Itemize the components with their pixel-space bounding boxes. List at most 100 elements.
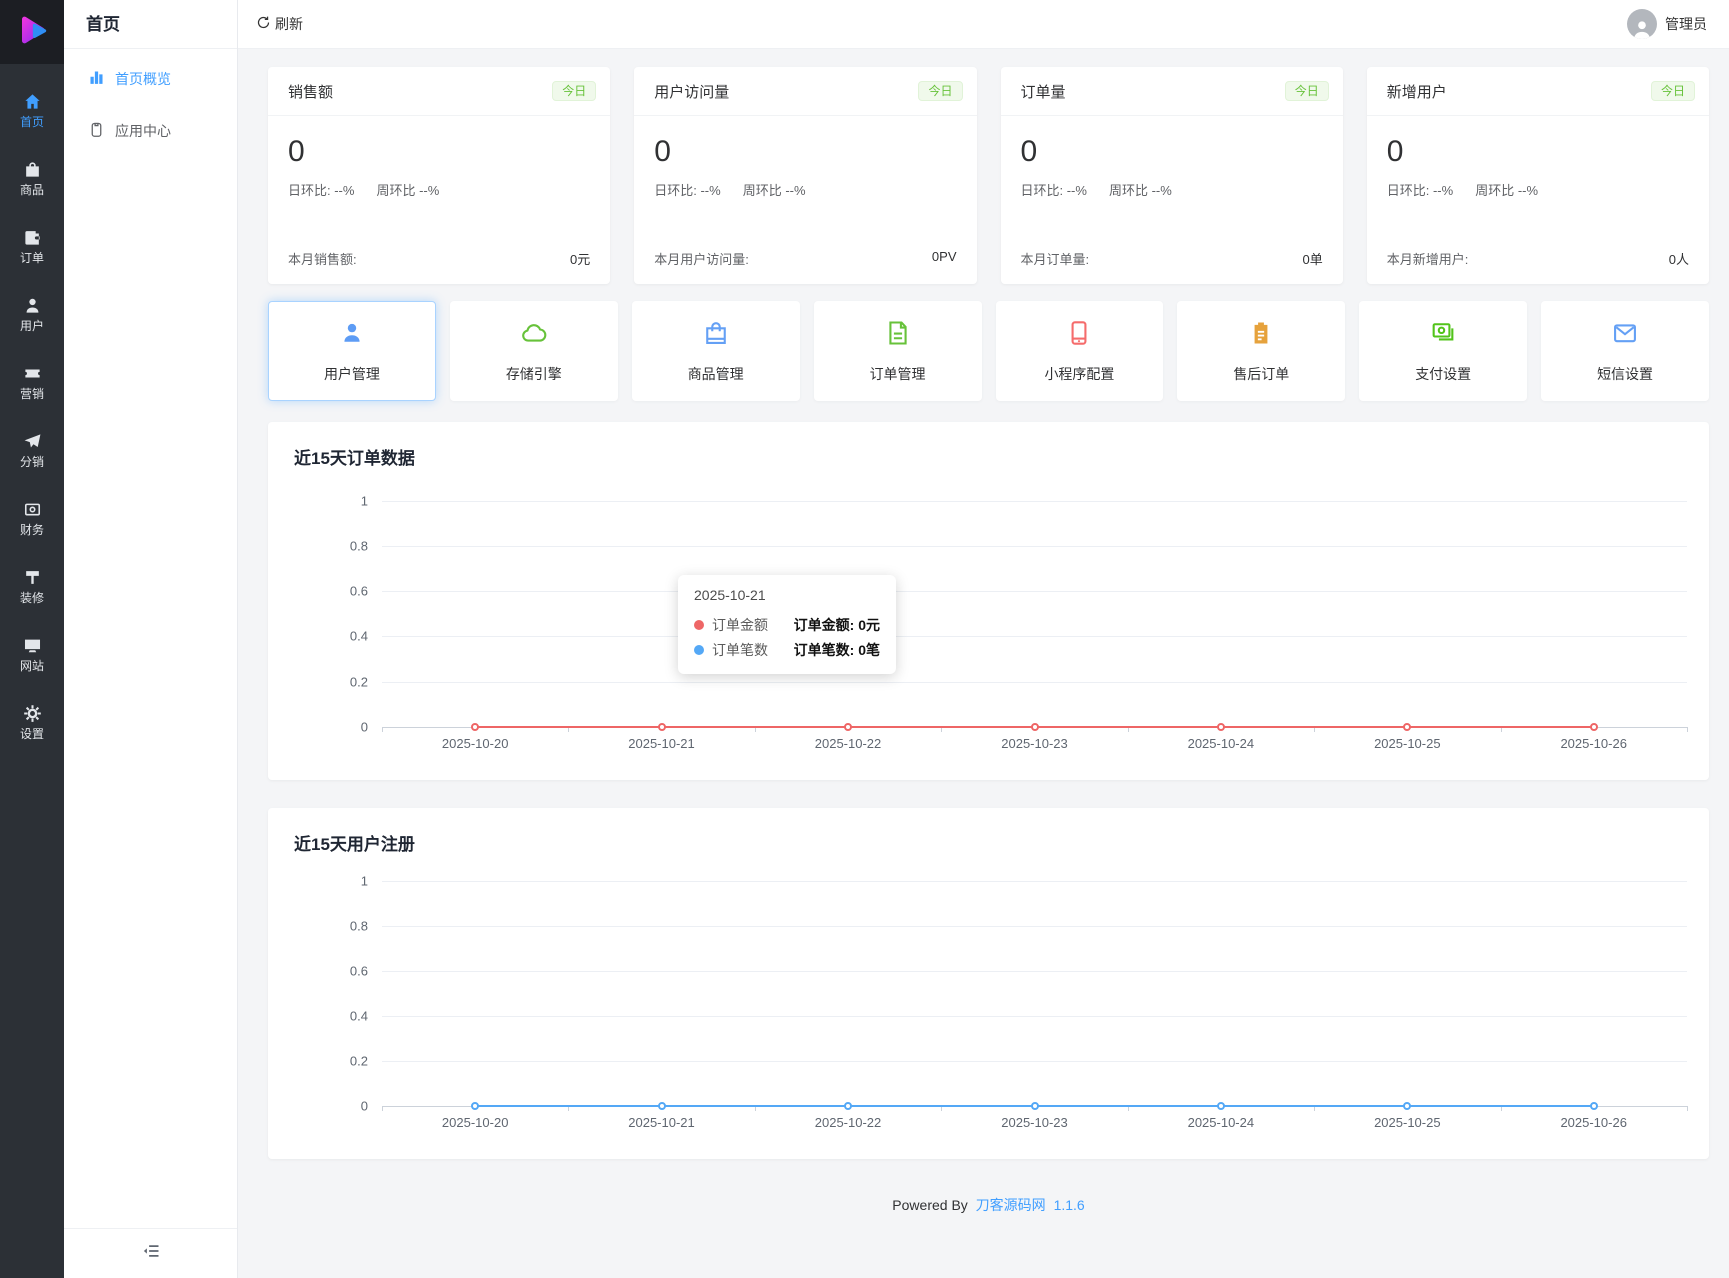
- data-point-marker[interactable]: [1030, 1102, 1039, 1110]
- y-axis: 1 0.8 0.6 0.4 0.2 0: [278, 874, 368, 1114]
- stat-card-body: 0 日环比: --% 周环比 --% 本月用户访问量: 0PV: [634, 116, 976, 284]
- shortcut-label: 短信设置: [1597, 365, 1654, 382]
- x-tick-label: 2025-10-22: [814, 736, 882, 751]
- shortcut-storage-engine[interactable]: 存储引擎: [449, 301, 618, 401]
- rail-item-label: 营销: [19, 386, 44, 401]
- stat-card-title: 销售额: [288, 83, 334, 101]
- gridline: [382, 636, 1687, 637]
- month-value: 0单: [1302, 252, 1323, 267]
- rail-item-decorate[interactable]: 装修: [0, 558, 64, 613]
- data-point-marker[interactable]: [471, 1102, 480, 1110]
- registrations-chart-plot[interactable]: 1 0.8 0.6 0.4 0.2 0 2025-10-20 2025-10-2…: [350, 874, 1688, 1130]
- shortcut-payment-settings[interactable]: 支付设置: [1359, 301, 1528, 401]
- orders-chart-card: 近15天订单数据 1 0.8 0.6 0.4 0.2 0 2025-10-20 …: [268, 422, 1709, 780]
- gridline: [382, 926, 1687, 927]
- stat-card-body: 0 日环比: --% 周环比 --% 本月新增用户: 0人: [1367, 116, 1709, 284]
- month-label: 本月订单量:: [1020, 252, 1090, 267]
- avatar: [1627, 9, 1657, 39]
- axis-tick: [382, 1106, 383, 1111]
- sidebar-collapse-button[interactable]: [64, 1228, 237, 1278]
- series-name: 订单金额: [712, 616, 768, 633]
- series-name: 订单笔数: [712, 641, 768, 658]
- submenu-item-appcenter[interactable]: 应用中心: [64, 111, 237, 151]
- month-value: 0人: [1668, 252, 1689, 267]
- shortcut-goods-management[interactable]: 商品管理: [631, 301, 800, 401]
- day-ratio: 日环比: --%: [1386, 183, 1454, 198]
- rail-item-finance[interactable]: 财务: [0, 490, 64, 545]
- rail-item-users[interactable]: 用户: [0, 286, 64, 341]
- rail-item-label: 网站: [19, 658, 44, 673]
- data-point-marker[interactable]: [657, 723, 666, 731]
- y-tick-label: 1: [360, 493, 368, 509]
- chart-title: 近15天用户注册: [294, 835, 415, 854]
- today-badge: 今日: [918, 81, 963, 101]
- data-point-marker[interactable]: [1589, 723, 1598, 731]
- submenu-item-label: 应用中心: [115, 123, 171, 139]
- submenu-title: 首页: [64, 0, 237, 49]
- shortcut-label: 订单管理: [869, 365, 926, 382]
- rail-item-home[interactable]: 首页: [0, 82, 64, 137]
- data-point-marker[interactable]: [1030, 723, 1039, 731]
- gridline: [382, 1016, 1687, 1017]
- rail-item-goods[interactable]: 商品: [0, 150, 64, 205]
- app-logo[interactable]: [0, 0, 64, 64]
- data-point-marker[interactable]: [1216, 723, 1225, 731]
- rail-item-settings[interactable]: 设置: [0, 694, 64, 749]
- gridline: [382, 546, 1687, 547]
- data-point-marker[interactable]: [844, 723, 852, 731]
- rail-item-label: 分销: [19, 454, 44, 469]
- submenu-sidebar: 首页 首页概览 应用中心: [64, 0, 238, 1278]
- brand-link[interactable]: 刀客源码网: [976, 1197, 1046, 1213]
- shortcut-user-management[interactable]: 用户管理: [268, 301, 436, 401]
- x-tick-label: 2025-10-26: [1560, 736, 1627, 751]
- version-link[interactable]: 1.1.6: [1054, 1197, 1085, 1213]
- week-ratio: 周环比 --%: [742, 183, 806, 198]
- stat-card-header: 订单量 今日: [1000, 67, 1343, 116]
- shortcut-sms-settings[interactable]: 短信设置: [1541, 301, 1709, 401]
- user-icon: [338, 319, 366, 352]
- data-point-marker[interactable]: [1589, 1102, 1598, 1110]
- stat-value: 0: [1386, 135, 1404, 168]
- data-point-marker[interactable]: [657, 1102, 666, 1110]
- chart-tooltip: 2025-10-21 订单金额 订单金额: 0元 订单笔数 订单笔数: 0笔: [678, 575, 896, 674]
- today-badge: 今日: [552, 81, 597, 101]
- shortcut-order-management[interactable]: 订单管理: [813, 301, 982, 401]
- rail-item-marketing[interactable]: 营销: [0, 354, 64, 409]
- home-icon: [23, 92, 42, 111]
- data-point-marker[interactable]: [1403, 1102, 1412, 1110]
- rail-item-website[interactable]: 网站: [0, 626, 64, 681]
- powered-by-text: Powered By: [892, 1197, 968, 1213]
- rail-item-distribution[interactable]: 分销: [0, 422, 64, 477]
- refresh-button[interactable]: 刷新: [256, 14, 303, 34]
- page-footer: Powered By 刀客源码网 1.1.6: [268, 1159, 1709, 1235]
- x-tick-label: 2025-10-22: [814, 1115, 882, 1130]
- stat-card-header: 销售额 今日: [268, 67, 611, 116]
- rail-item-label: 订单: [19, 250, 44, 265]
- gridline: [382, 591, 1687, 592]
- stat-card-header: 新增用户 今日: [1366, 67, 1709, 116]
- shortcut-miniprogram-config[interactable]: 小程序配置: [995, 301, 1164, 401]
- orders-chart-plot[interactable]: 1 0.8 0.6 0.4 0.2 0 2025-10-20 2025-10-2…: [350, 494, 1688, 751]
- stat-card-title: 用户访问量: [654, 83, 730, 101]
- month-value: 0元: [570, 252, 591, 267]
- y-tick-label: 0.6: [349, 583, 368, 599]
- stat-card-visits: 用户访问量 今日 0 日环比: --% 周环比 --% 本月用户访问量: 0PV: [634, 67, 977, 284]
- shortcut-aftersale-orders[interactable]: 售后订单: [1177, 301, 1346, 401]
- person-silhouette-icon: [1634, 21, 1650, 39]
- stat-card-row: 销售额 今日 0 日环比: --% 周环比 --% 本月销售额: 0元 用户访问…: [268, 67, 1709, 284]
- month-label: 本月用户访问量:: [654, 252, 749, 267]
- decorate-roller-icon: [23, 568, 42, 587]
- order-wallet-icon: [23, 228, 42, 247]
- data-point-marker[interactable]: [471, 723, 480, 731]
- banknote-icon: [1429, 319, 1457, 352]
- submenu-item-overview[interactable]: 首页概览: [64, 59, 237, 99]
- data-point-marker[interactable]: [1216, 1102, 1225, 1110]
- marketing-ticket-icon: [23, 364, 42, 383]
- y-tick-label: 0.8: [349, 538, 368, 554]
- data-point-marker[interactable]: [844, 1102, 852, 1110]
- rail-item-orders[interactable]: 订单: [0, 218, 64, 273]
- stat-value: 0: [288, 135, 305, 168]
- user-menu[interactable]: 管理员: [1627, 9, 1707, 39]
- data-point-marker[interactable]: [1403, 723, 1412, 731]
- gridline: [382, 881, 1687, 882]
